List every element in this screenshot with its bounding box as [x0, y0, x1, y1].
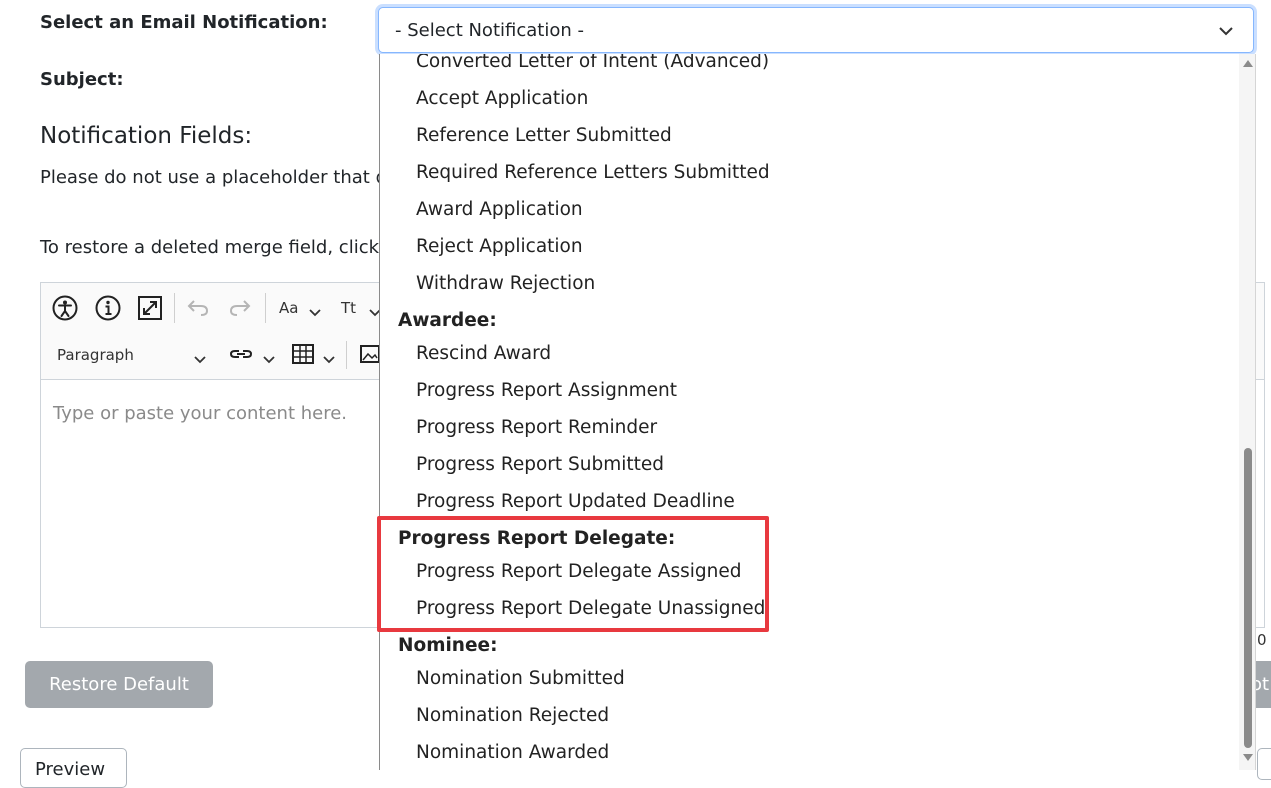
notification-select[interactable]: - Select Notification - [378, 7, 1254, 53]
chevron-down-icon [194, 350, 206, 369]
scroll-down-arrow-icon[interactable] [1243, 754, 1253, 761]
option-accept-application[interactable]: Accept Application [416, 88, 588, 109]
heading-dropdown[interactable]: Paragraph [57, 346, 134, 364]
accessibility-icon[interactable] [51, 294, 79, 326]
option-nomination-awarded[interactable]: Nomination Awarded [416, 742, 609, 763]
word-counter-fragment: 0 [1257, 631, 1267, 649]
redo-icon[interactable] [228, 297, 252, 323]
toolbar-separator [346, 341, 347, 369]
font-family-dropdown[interactable]: Tt [341, 299, 356, 317]
chevron-down-icon [309, 303, 321, 322]
listbox-scrollbar[interactable] [1239, 54, 1255, 770]
link-icon[interactable] [229, 344, 253, 368]
option-withdraw-rejection[interactable]: Withdraw Rejection [416, 273, 595, 294]
option-nomination-rejected[interactable]: Nomination Rejected [416, 705, 609, 726]
toolbar-separator [265, 293, 266, 323]
placeholder-note: Please do not use a placeholder that d [40, 167, 388, 188]
option-converted-letter-of-intent[interactable]: Converted Letter of Intent (Advanced) [416, 54, 769, 72]
option-nomination-submitted[interactable]: Nomination Submitted [416, 668, 625, 689]
chevron-down-icon [1217, 22, 1235, 40]
button-fragment[interactable] [1257, 748, 1271, 780]
image-icon[interactable] [359, 344, 381, 368]
option-progress-report-submitted[interactable]: Progress Report Submitted [416, 454, 664, 475]
fullscreen-icon[interactable] [136, 294, 164, 326]
option-award-application[interactable]: Award Application [416, 199, 583, 220]
editor-content-area[interactable]: Type or paste your content here. [53, 403, 347, 424]
option-progress-report-reminder[interactable]: Progress Report Reminder [416, 417, 657, 438]
option-progress-report-assignment[interactable]: Progress Report Assignment [416, 380, 677, 401]
group-awardee: Awardee: [398, 310, 497, 331]
scroll-up-arrow-icon[interactable] [1243, 60, 1253, 67]
chevron-down-icon [263, 350, 275, 369]
select-notification-label: Select an Email Notification: [40, 12, 328, 33]
font-size-dropdown[interactable]: Aa [279, 299, 298, 317]
restore-default-button[interactable]: Restore Default [25, 661, 213, 708]
group-nominee: Nominee: [398, 635, 498, 656]
option-progress-report-delegate-assigned[interactable]: Progress Report Delegate Assigned [416, 561, 741, 582]
option-progress-report-updated-deadline[interactable]: Progress Report Updated Deadline [416, 491, 735, 512]
restore-merge-field-note: To restore a deleted merge field, click … [40, 237, 390, 258]
toolbar-separator [174, 293, 175, 323]
info-icon[interactable] [94, 294, 122, 326]
option-rescind-award[interactable]: Rescind Award [416, 343, 551, 364]
notification-listbox[interactable]: Converted Letter of Intent (Advanced) Ac… [379, 54, 1256, 770]
table-icon[interactable] [291, 343, 315, 369]
notification-fields-heading: Notification Fields: [40, 123, 253, 149]
option-reject-application[interactable]: Reject Application [416, 236, 583, 257]
preview-button[interactable]: Preview [20, 748, 127, 788]
chevron-down-icon [323, 350, 335, 369]
scroll-thumb[interactable] [1244, 448, 1252, 748]
option-reference-letter-submitted[interactable]: Reference Letter Submitted [416, 125, 672, 146]
option-progress-report-delegate-unassigned[interactable]: Progress Report Delegate Unassigned [416, 598, 765, 619]
group-progress-report-delegate: Progress Report Delegate: [398, 528, 676, 549]
subject-label: Subject: [40, 69, 124, 90]
undo-icon[interactable] [186, 297, 210, 323]
option-required-reference-letters-submitted[interactable]: Required Reference Letters Submitted [416, 162, 770, 183]
select-value: - Select Notification - [395, 20, 584, 41]
